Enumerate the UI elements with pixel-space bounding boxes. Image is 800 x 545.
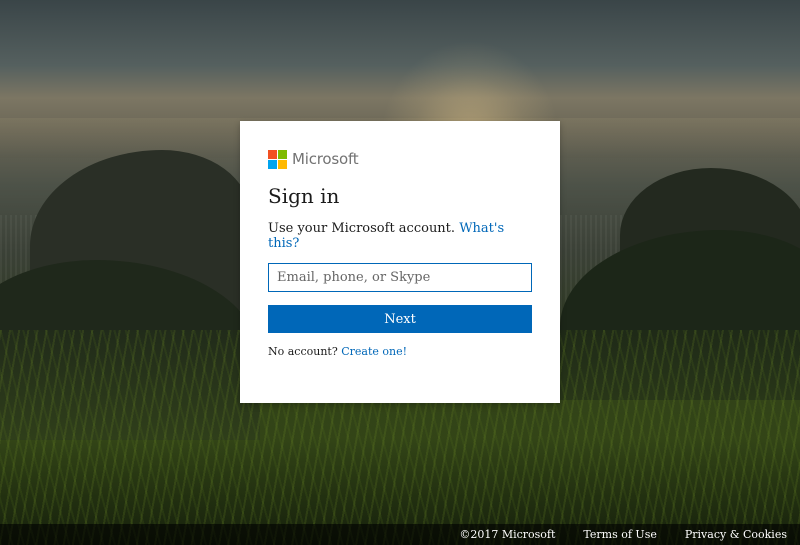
logo-square-red xyxy=(268,149,277,159)
privacy-link[interactable]: Privacy & Cookies xyxy=(685,528,787,541)
microsoft-logo-icon xyxy=(268,149,287,169)
email-field[interactable] xyxy=(268,263,532,292)
signin-card: Microsoft Sign in Use your Microsoft acc… xyxy=(240,121,560,403)
microsoft-logo: Microsoft xyxy=(268,149,532,169)
footer: ©2017 Microsoft Terms of Use Privacy & C… xyxy=(0,524,800,545)
logo-square-blue xyxy=(268,159,277,169)
copyright-text: ©2017 Microsoft xyxy=(459,528,556,541)
create-account-link[interactable]: Create one! xyxy=(341,345,407,358)
no-account-row: No account? Create one! xyxy=(268,345,532,358)
signin-subtitle: Use your Microsoft account. What's this? xyxy=(268,221,532,251)
logo-square-yellow xyxy=(278,159,287,169)
next-button[interactable]: Next xyxy=(268,305,532,333)
page-title: Sign in xyxy=(268,184,340,208)
terms-link[interactable]: Terms of Use xyxy=(583,528,656,541)
logo-text: Microsoft xyxy=(292,150,359,168)
no-account-text: No account? xyxy=(268,345,338,358)
subtitle-text: Use your Microsoft account. xyxy=(268,221,456,236)
logo-square-green xyxy=(278,149,287,159)
